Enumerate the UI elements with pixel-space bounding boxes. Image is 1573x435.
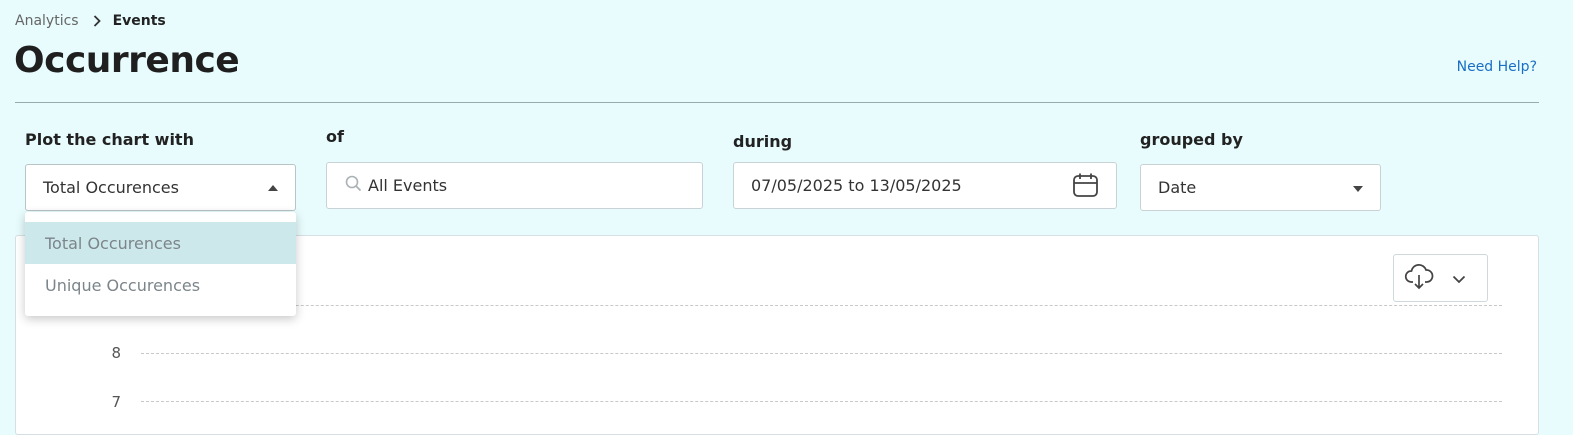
calendar-icon[interactable] <box>1072 172 1099 203</box>
plot-select[interactable]: Total Occurences <box>25 164 296 211</box>
breadcrumb-current: Events <box>112 13 166 29</box>
plot-options-menu: Total Occurences Unique Occurences <box>25 212 296 316</box>
need-help-link[interactable]: Need Help? <box>1457 59 1537 75</box>
option-total-occurences[interactable]: Total Occurences <box>25 222 296 264</box>
event-search-input[interactable]: All Events <box>326 162 703 209</box>
breadcrumb: Analytics Events <box>15 13 166 29</box>
option-unique-occurences[interactable]: Unique Occurences <box>25 264 296 306</box>
caret-down-icon <box>1353 186 1363 192</box>
y-tick-label: 8 <box>111 344 121 362</box>
gridline <box>141 353 1502 354</box>
caret-up-icon <box>268 185 278 191</box>
header-divider <box>15 102 1539 103</box>
breadcrumb-analytics-link[interactable]: Analytics <box>15 13 79 29</box>
page-title: Occurrence <box>14 40 240 81</box>
group-by-select[interactable]: Date <box>1140 164 1381 211</box>
gridline <box>141 401 1502 402</box>
search-icon <box>345 175 362 196</box>
cloud-download-icon <box>1404 262 1434 294</box>
of-label: of <box>326 127 344 146</box>
event-search-value: All Events <box>368 176 448 195</box>
date-range-input[interactable]: 07/05/2025 to 13/05/2025 <box>733 162 1117 209</box>
grouped-by-label: grouped by <box>1140 130 1243 149</box>
download-button[interactable] <box>1393 254 1488 302</box>
during-label: during <box>733 132 793 151</box>
plot-label: Plot the chart with <box>25 130 194 149</box>
y-tick-label: 7 <box>111 393 121 411</box>
date-range-value: 07/05/2025 to 13/05/2025 <box>751 176 962 195</box>
plot-select-value: Total Occurences <box>43 178 179 197</box>
chevron-down-icon[interactable] <box>1452 269 1466 288</box>
group-by-value: Date <box>1158 178 1197 197</box>
chevron-right-icon <box>93 15 101 27</box>
gridline <box>141 305 1502 306</box>
